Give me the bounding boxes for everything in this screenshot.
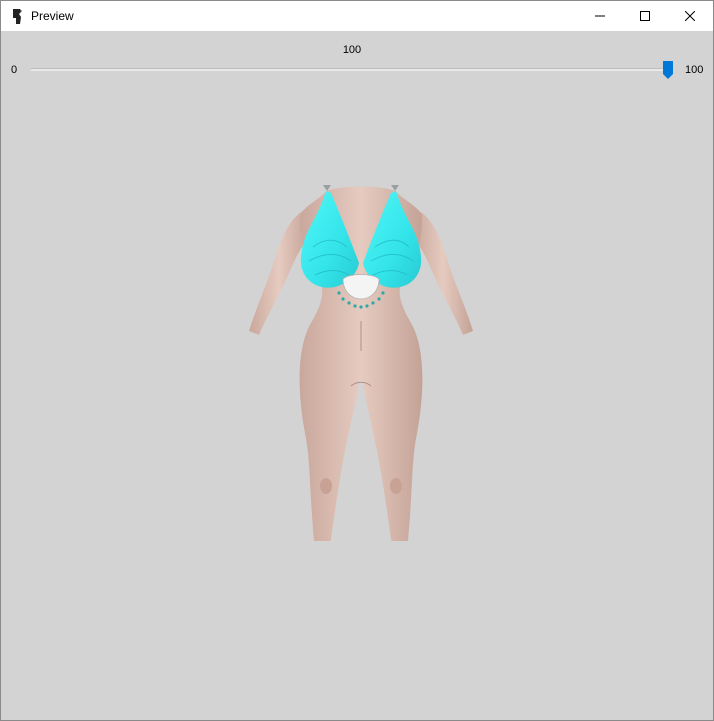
close-button[interactable] xyxy=(667,1,713,31)
weight-slider-thumb[interactable] xyxy=(662,60,674,80)
app-icon xyxy=(13,9,22,24)
preview-window: Preview 100 0 100 xyxy=(0,0,714,721)
minimize-icon xyxy=(595,15,605,17)
slider-max-label: 100 xyxy=(685,64,704,76)
preview-area: 100 0 100 xyxy=(1,31,713,720)
minimize-button[interactable] xyxy=(577,1,623,31)
close-icon xyxy=(685,11,695,21)
weight-slider-track[interactable] xyxy=(31,68,671,71)
maximize-icon xyxy=(640,11,650,21)
slider-value-label: 100 xyxy=(342,44,362,56)
window-title: Preview xyxy=(31,9,74,23)
slider-min-label: 0 xyxy=(11,64,18,76)
title-bar[interactable]: Preview xyxy=(1,1,713,31)
maximize-button[interactable] xyxy=(622,1,668,31)
body-model-preview xyxy=(249,185,473,541)
